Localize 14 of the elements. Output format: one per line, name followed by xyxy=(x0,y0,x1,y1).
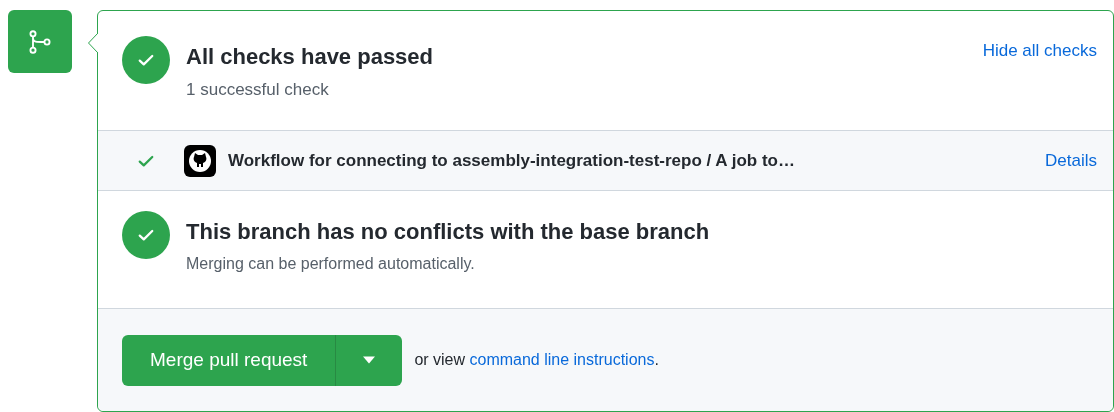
summary-subtitle: 1 successful check xyxy=(186,79,330,101)
merge-button[interactable]: Merge pull request xyxy=(122,334,337,386)
caret-icon xyxy=(363,356,376,364)
branch-subtitle: Merging can be performed automatically. xyxy=(186,254,476,274)
command-line-link[interactable]: command line instructions xyxy=(469,351,655,368)
octocat-icon xyxy=(184,144,216,177)
check-name: Workflow for connecting to assembly-integration-test-repo / A job to… xyxy=(228,149,796,172)
branch-title: This branch has no conflicts with the base branch xyxy=(186,218,710,246)
hide-checks-link[interactable]: Hide all checks xyxy=(982,38,1097,64)
merge-icon xyxy=(8,10,72,73)
merge-options-button[interactable] xyxy=(336,334,403,386)
details-link[interactable]: Details xyxy=(1045,147,1097,174)
summary-title: All checks have passed xyxy=(186,43,435,71)
command-line-hint: or view command line instructions. xyxy=(414,350,659,370)
